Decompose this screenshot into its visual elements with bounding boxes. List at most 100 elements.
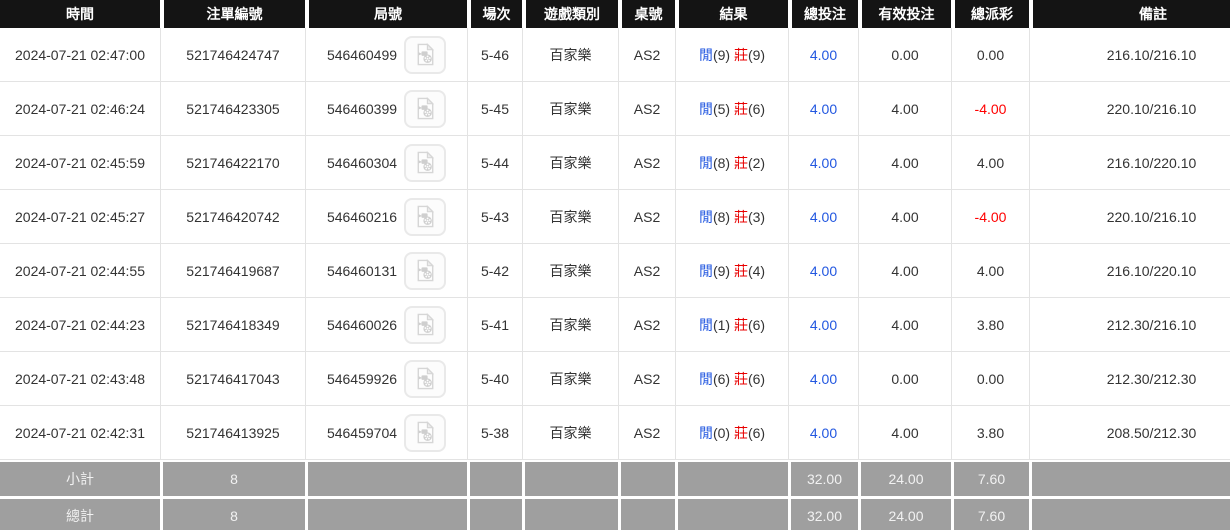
round-id-value: 546459926	[326, 370, 398, 387]
cell-round_id: 546459704	[305, 406, 467, 460]
video-replay-button[interactable]	[404, 197, 447, 236]
banker-result-label: 莊	[733, 100, 748, 117]
player-result-score: (6)	[712, 370, 734, 387]
video-replay-button[interactable]	[404, 305, 447, 344]
video-file-icon	[417, 421, 434, 444]
player-result-score: (1)	[712, 316, 734, 333]
cell-round_id: 546460499	[305, 28, 467, 82]
banker-result-label: 莊	[733, 154, 748, 171]
video-file-icon	[417, 205, 434, 228]
subtotal-cell-bet_id: 8	[160, 460, 305, 496]
video-replay-button[interactable]	[404, 251, 447, 290]
cell-bet_id: 521746423305	[160, 82, 305, 136]
cell-session: 5-45	[467, 82, 522, 136]
round-id-value: 546460216	[326, 208, 398, 225]
cell-table_no: AS2	[618, 28, 675, 82]
column-header-remark: 備註	[1029, 0, 1230, 28]
player-result-label: 閒	[698, 370, 713, 387]
table-row: 2024-07-21 02:46:24 521746423305 546460399…	[0, 82, 1230, 136]
cell-total_payout: -4.00	[951, 82, 1029, 136]
video-replay-button[interactable]	[404, 89, 447, 128]
round-id-value: 546460304	[326, 154, 398, 171]
subtotal-cell-valid_bet: 24.00	[858, 460, 951, 496]
banker-result-label: 莊	[733, 208, 748, 225]
cell-round_id: 546459926	[305, 352, 467, 406]
cell-table_no: AS2	[618, 298, 675, 352]
cell-round_id: 546460399	[305, 82, 467, 136]
cell-bet_id: 521746422170	[160, 136, 305, 190]
cell-valid_bet: 4.00	[858, 406, 951, 460]
video-replay-button[interactable]	[404, 413, 447, 452]
subtotal-cell-table_no	[618, 460, 675, 496]
cell-table_no: AS2	[618, 136, 675, 190]
cell-result: 閒(5) 莊(6)	[675, 82, 788, 136]
cell-bet_id: 521746418349	[160, 298, 305, 352]
cell-total_bet: 4.00	[788, 190, 858, 244]
column-header-table_no: 桌號	[618, 0, 675, 28]
table-row: 2024-07-21 02:44:55 521746419687 546460131…	[0, 244, 1230, 298]
cell-time: 2024-07-21 02:42:31	[0, 406, 160, 460]
total-label: 總計	[0, 496, 160, 530]
player-result-label: 閒	[698, 46, 713, 63]
banker-result-label: 莊	[733, 316, 748, 333]
player-result-label: 閒	[698, 316, 713, 333]
total-cell-remark	[1029, 496, 1230, 530]
cell-bet_id: 521746413925	[160, 406, 305, 460]
round-id-group: 546460216	[326, 197, 447, 236]
cell-result: 閒(8) 莊(2)	[675, 136, 788, 190]
cell-table_no: AS2	[618, 244, 675, 298]
banker-result-score: (2)	[747, 154, 766, 171]
cell-round_id: 546460216	[305, 190, 467, 244]
video-replay-button[interactable]	[404, 359, 447, 398]
subtotal-cell-session	[467, 460, 522, 496]
banker-result-label: 莊	[733, 424, 748, 441]
cell-total_payout: 0.00	[951, 28, 1029, 82]
player-result-label: 閒	[698, 208, 713, 225]
round-id-group: 546459926	[326, 359, 447, 398]
banker-result-score: (6)	[747, 100, 766, 117]
total-cell-round_id	[305, 496, 467, 530]
cell-total_bet: 4.00	[788, 28, 858, 82]
cell-bet_id: 521746417043	[160, 352, 305, 406]
cell-session: 5-38	[467, 406, 522, 460]
cell-total_payout: 3.80	[951, 298, 1029, 352]
player-result-score: (5)	[712, 100, 734, 117]
total-cell-table_no	[618, 496, 675, 530]
cell-remark: 212.30/216.10	[1029, 298, 1230, 352]
video-replay-button[interactable]	[404, 35, 447, 74]
cell-total_payout: 4.00	[951, 244, 1029, 298]
cell-result: 閒(6) 莊(6)	[675, 352, 788, 406]
cell-session: 5-43	[467, 190, 522, 244]
table-header: 時間 注單編號 局號 場次 遊戲類別 桌號 結果 總投注 有效投注 總派彩 備註	[0, 0, 1230, 28]
cell-time: 2024-07-21 02:45:59	[0, 136, 160, 190]
player-result-label: 閒	[698, 424, 713, 441]
total-cell-total_payout: 7.60	[951, 496, 1029, 530]
round-id-group: 546460499	[327, 35, 447, 74]
cell-time: 2024-07-21 02:46:24	[0, 82, 160, 136]
round-id-group: 546459704	[327, 413, 447, 452]
cell-session: 5-40	[467, 352, 522, 406]
player-result-score: (8)	[712, 154, 734, 171]
cell-game_type: 百家樂	[522, 136, 618, 190]
total-row: 總計 8 32.00 24.00 7.60	[0, 496, 1230, 530]
banker-result-score: (6)	[747, 370, 766, 387]
column-header-bet_id: 注單編號	[160, 0, 305, 28]
cell-session: 5-44	[467, 136, 522, 190]
column-header-total_bet: 總投注	[788, 0, 858, 28]
subtotal-cell-round_id	[305, 460, 467, 496]
video-replay-button[interactable]	[404, 143, 447, 182]
player-result-score: (0)	[712, 424, 734, 441]
cell-round_id: 546460304	[305, 136, 467, 190]
player-result-label: 閒	[698, 100, 713, 117]
banker-result-score: (4)	[747, 262, 766, 279]
table-row: 2024-07-21 02:42:31 521746413925 546459704…	[0, 406, 1230, 460]
cell-valid_bet: 0.00	[858, 352, 951, 406]
player-result-label: 閒	[698, 262, 713, 279]
cell-result: 閒(0) 莊(6)	[675, 406, 788, 460]
banker-result-score: (9)	[747, 46, 766, 63]
total-cell-bet_id: 8	[160, 496, 305, 530]
cell-valid_bet: 4.00	[858, 82, 951, 136]
cell-total_bet: 4.00	[788, 244, 858, 298]
cell-valid_bet: 4.00	[858, 190, 951, 244]
cell-total_payout: 0.00	[951, 352, 1029, 406]
